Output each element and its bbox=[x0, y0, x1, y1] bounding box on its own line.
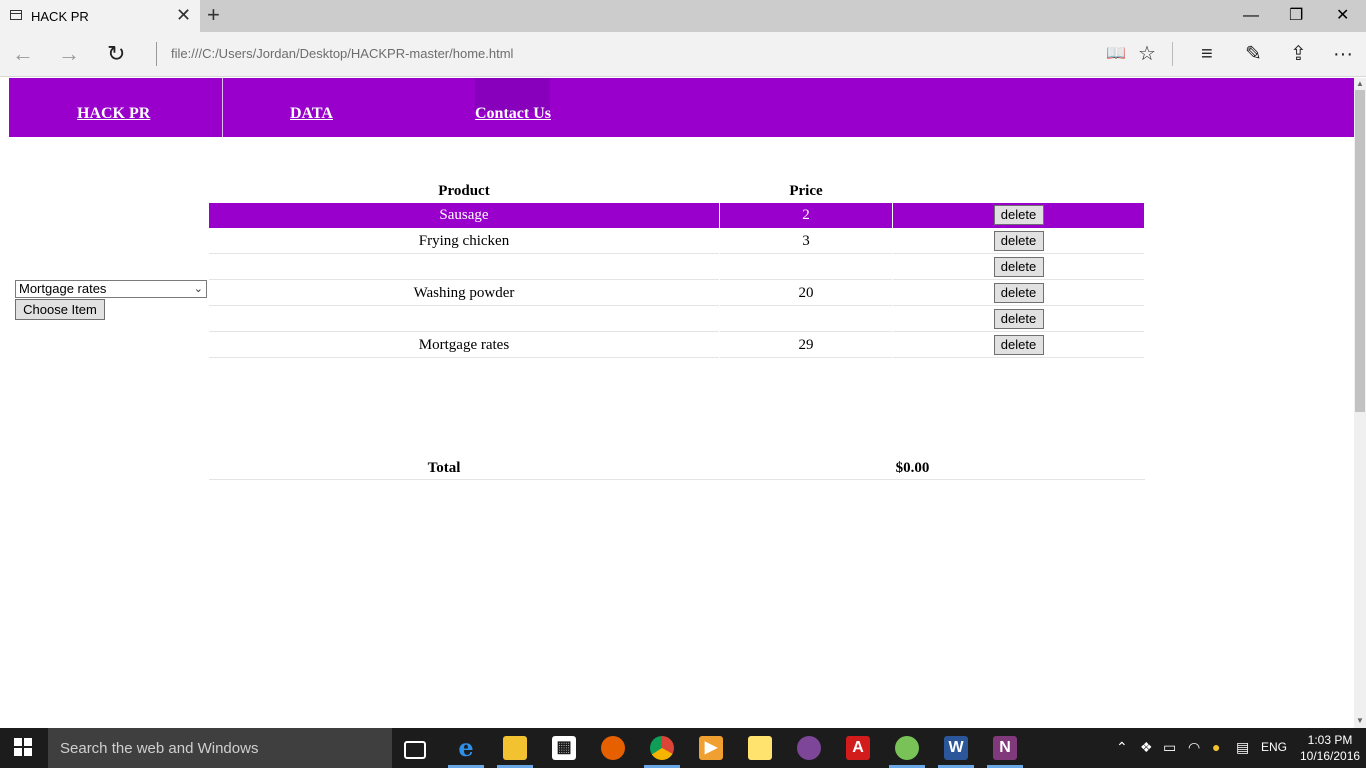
input-language[interactable]: ENG bbox=[1261, 740, 1287, 754]
table-row[interactable]: Washing powder 20 delete bbox=[209, 281, 1144, 306]
action-cell: delete bbox=[893, 255, 1144, 280]
clock-date: 10/16/2016 bbox=[1300, 749, 1361, 763]
dropbox-icon[interactable]: ❖ bbox=[1140, 738, 1153, 756]
wifi-icon[interactable]: ◠ bbox=[1188, 738, 1200, 756]
table-row[interactable]: Sausage 2 delete bbox=[209, 203, 1144, 228]
price-cell: 3 bbox=[720, 229, 892, 254]
new-tab-button[interactable]: + bbox=[207, 3, 220, 27]
table-row[interactable]: Mortgage rates 29 delete bbox=[209, 333, 1144, 358]
close-window-button[interactable]: ✕ bbox=[1336, 6, 1349, 26]
product-table: Product Price Sausage 2 delete Frying ch… bbox=[208, 180, 1145, 359]
price-cell: 29 bbox=[720, 333, 892, 358]
column-header-price: Price bbox=[789, 183, 823, 199]
scroll-down-icon[interactable]: ▼ bbox=[1356, 716, 1364, 725]
restore-button[interactable]: ❐ bbox=[1289, 6, 1303, 26]
site-navbar bbox=[9, 78, 1354, 137]
price-cell bbox=[720, 255, 892, 280]
tor-icon[interactable] bbox=[797, 736, 821, 760]
favorites-star-icon[interactable]: ☆ bbox=[1138, 42, 1156, 66]
url-field[interactable]: file:///C:/Users/Jordan/Desktop/HACKPR-m… bbox=[171, 46, 513, 61]
table-row[interactable]: delete bbox=[209, 307, 1144, 332]
back-icon[interactable]: ← bbox=[12, 42, 34, 66]
price-cell: 20 bbox=[720, 281, 892, 306]
chrome-icon[interactable] bbox=[650, 736, 674, 760]
price-cell bbox=[720, 307, 892, 332]
item-select[interactable]: Mortgage rates ⌄ bbox=[15, 280, 207, 298]
nav-link-contact-us[interactable]: Contact Us bbox=[475, 105, 551, 123]
file-explorer-icon[interactable] bbox=[503, 736, 527, 760]
action-cell: delete bbox=[893, 333, 1144, 358]
warning-icon[interactable]: ● bbox=[1212, 738, 1220, 756]
tab-title: HACK PR bbox=[31, 9, 89, 24]
price-cell: 2 bbox=[720, 203, 892, 228]
browser-tab[interactable] bbox=[0, 0, 200, 32]
clock[interactable]: 1:03 PM 10/16/2016 bbox=[1300, 732, 1360, 764]
delete-button[interactable]: delete bbox=[993, 205, 1044, 225]
acrobat-icon[interactable]: A bbox=[846, 736, 870, 760]
clock-time: 1:03 PM bbox=[1307, 733, 1353, 747]
edge-icon[interactable]: e bbox=[454, 736, 478, 760]
toolbar-divider bbox=[1172, 42, 1173, 66]
action-center-icon[interactable]: ▤ bbox=[1236, 738, 1249, 756]
table-header-row: Product Price bbox=[209, 181, 1144, 202]
delete-button[interactable]: delete bbox=[993, 283, 1044, 303]
choose-item-button[interactable]: Choose Item bbox=[15, 299, 105, 320]
media-player-icon[interactable]: ▶ bbox=[699, 736, 723, 760]
nav-link-data[interactable]: DATA bbox=[290, 105, 333, 123]
table-row[interactable]: delete bbox=[209, 255, 1144, 280]
total-divider bbox=[209, 479, 1145, 480]
taskbar-search-placeholder: Search the web and Windows bbox=[60, 740, 259, 757]
navbar-divider bbox=[222, 78, 223, 137]
refresh-icon[interactable]: ↻ bbox=[107, 42, 125, 66]
delete-button[interactable]: delete bbox=[993, 335, 1044, 355]
store-icon[interactable]: ▦ bbox=[552, 736, 576, 760]
forward-icon[interactable]: → bbox=[58, 42, 80, 66]
reading-view-icon[interactable]: 📖 bbox=[1106, 42, 1126, 66]
product-cell bbox=[209, 307, 719, 332]
battery-icon[interactable]: ▭ bbox=[1163, 738, 1176, 756]
minimize-button[interactable]: — bbox=[1243, 6, 1259, 26]
more-icon[interactable]: ··· bbox=[1333, 42, 1353, 66]
total-label: Total bbox=[427, 460, 461, 476]
close-tab-icon[interactable]: ✕ bbox=[176, 4, 191, 26]
firefox-icon[interactable] bbox=[601, 736, 625, 760]
table-row[interactable]: Frying chicken 3 delete bbox=[209, 229, 1144, 254]
action-cell: delete bbox=[893, 229, 1144, 254]
start-icon[interactable] bbox=[14, 738, 32, 756]
column-header-product: Product bbox=[438, 183, 490, 199]
scrollbar-thumb[interactable] bbox=[1355, 90, 1365, 412]
chevron-down-icon: ⌄ bbox=[193, 283, 203, 295]
product-cell: Frying chicken bbox=[209, 229, 719, 254]
product-cell: Mortgage rates bbox=[209, 333, 719, 358]
web-note-icon[interactable]: ✎ bbox=[1245, 42, 1262, 66]
photos-icon[interactable] bbox=[748, 736, 772, 760]
action-cell: delete bbox=[893, 307, 1144, 332]
total-value: $0.00 bbox=[895, 460, 930, 476]
page-icon bbox=[10, 10, 22, 20]
delete-button[interactable]: delete bbox=[993, 231, 1044, 251]
product-cell: Washing powder bbox=[209, 281, 719, 306]
action-cell: delete bbox=[893, 281, 1144, 306]
word-icon[interactable]: W bbox=[944, 736, 968, 760]
share-icon[interactable]: ⇪ bbox=[1290, 42, 1307, 66]
tab-strip bbox=[0, 0, 1366, 32]
show-hidden-icons-icon[interactable]: ⌃ bbox=[1116, 738, 1128, 756]
address-divider bbox=[156, 42, 157, 66]
onenote-icon[interactable]: N bbox=[993, 736, 1017, 760]
task-view-icon[interactable] bbox=[404, 741, 426, 759]
scroll-up-icon[interactable]: ▲ bbox=[1356, 79, 1364, 88]
android-studio-icon[interactable] bbox=[895, 736, 919, 760]
column-header-action bbox=[893, 181, 1144, 202]
product-cell: Sausage bbox=[209, 203, 719, 228]
nav-link-hack-pr[interactable]: HACK PR bbox=[77, 105, 150, 123]
delete-button[interactable]: delete bbox=[993, 257, 1044, 277]
hub-icon[interactable]: ≡ bbox=[1201, 42, 1213, 66]
delete-button[interactable]: delete bbox=[993, 309, 1044, 329]
item-select-value: Mortgage rates bbox=[19, 281, 107, 296]
product-cell bbox=[209, 255, 719, 280]
action-cell: delete bbox=[893, 203, 1144, 228]
